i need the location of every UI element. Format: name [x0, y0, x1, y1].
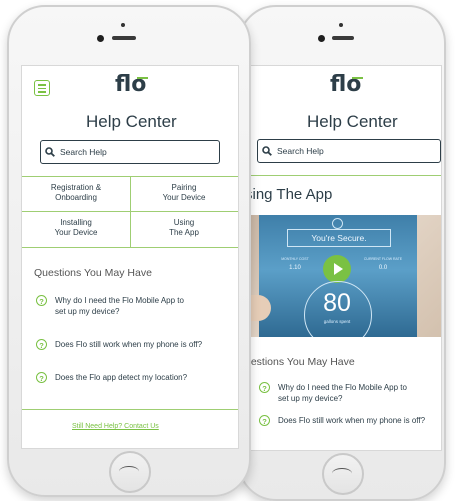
- home-button[interactable]: [109, 451, 151, 493]
- hero-phone-screen: You're Secure. MONTHLY COST 1.10 CURRENT…: [259, 215, 417, 337]
- front-camera: [97, 35, 104, 42]
- flo-logo: flo: [115, 72, 148, 97]
- question-icon: ?: [36, 372, 47, 383]
- category-grid: Registration & Onboarding Pairing Your Dev…: [22, 176, 238, 248]
- category-registration[interactable]: Registration & Onboarding: [22, 183, 130, 203]
- phone-back: flo Help Center Search Help sing The App…: [238, 5, 446, 501]
- flow-rate-value: 0.0: [378, 265, 388, 271]
- question-item[interactable]: ? Does Flo still work when my phone is o…: [36, 339, 232, 350]
- page-title: Help Center: [307, 112, 398, 131]
- shield-icon: [332, 218, 343, 229]
- category-pairing[interactable]: Pairing Your Device: [130, 183, 238, 203]
- hero-image: You're Secure. MONTHLY COST 1.10 CURRENT…: [245, 215, 441, 337]
- divider: [22, 409, 238, 410]
- question-item[interactable]: ? Why do I need the Flo Mobile App to set…: [259, 382, 439, 404]
- questions-heading: Questions You May Have: [34, 267, 152, 279]
- search-icon: [45, 147, 55, 157]
- flo-logo: flo: [330, 72, 363, 97]
- section-title: sing The App: [245, 186, 333, 203]
- question-item[interactable]: ? Why do I need the Flo Mobile App to set…: [36, 295, 232, 317]
- home-button[interactable]: [322, 453, 364, 495]
- contact-us-link[interactable]: Still Need Help? Contact Us: [72, 423, 159, 430]
- menu-icon[interactable]: [34, 80, 50, 96]
- monthly-cost-label: MONTHLY COST: [281, 257, 309, 261]
- search-input[interactable]: Search Help: [257, 139, 441, 163]
- category-using-app[interactable]: Using The App: [130, 218, 238, 238]
- screen-front: flo Help Center Search Help Registration…: [21, 65, 239, 449]
- screen-back: flo Help Center Search Help sing The App…: [244, 65, 442, 451]
- proximity-sensor: [121, 23, 125, 27]
- divider: [245, 175, 441, 176]
- question-item[interactable]: ? Does the Flo app detect my location?: [36, 372, 232, 383]
- questions-heading: uestions You May Have: [245, 356, 355, 368]
- question-icon: ?: [36, 295, 47, 306]
- flow-rate-label: CURRENT FLOW RATE: [363, 257, 403, 261]
- gallons-value: 80: [323, 289, 351, 317]
- monthly-cost-value: 1.10: [289, 265, 301, 271]
- proximity-sensor: [339, 23, 343, 27]
- question-icon: ?: [36, 339, 47, 350]
- status-box: You're Secure.: [287, 229, 391, 247]
- question-item[interactable]: ? Does Flo still work when my phone is o…: [259, 415, 439, 426]
- search-input[interactable]: Search Help: [40, 140, 220, 164]
- gallons-label: gallons spent: [323, 319, 351, 324]
- front-camera: [318, 35, 325, 42]
- question-icon: ?: [259, 415, 270, 426]
- earpiece: [112, 36, 136, 40]
- search-icon: [262, 146, 272, 156]
- question-icon: ?: [259, 382, 270, 393]
- play-icon: [334, 263, 343, 275]
- phone-front: flo Help Center Search Help Registration…: [7, 5, 251, 497]
- page-title: Help Center: [86, 112, 177, 131]
- play-button[interactable]: [323, 255, 351, 283]
- category-installing[interactable]: Installing Your Device: [22, 218, 130, 238]
- earpiece: [332, 36, 354, 40]
